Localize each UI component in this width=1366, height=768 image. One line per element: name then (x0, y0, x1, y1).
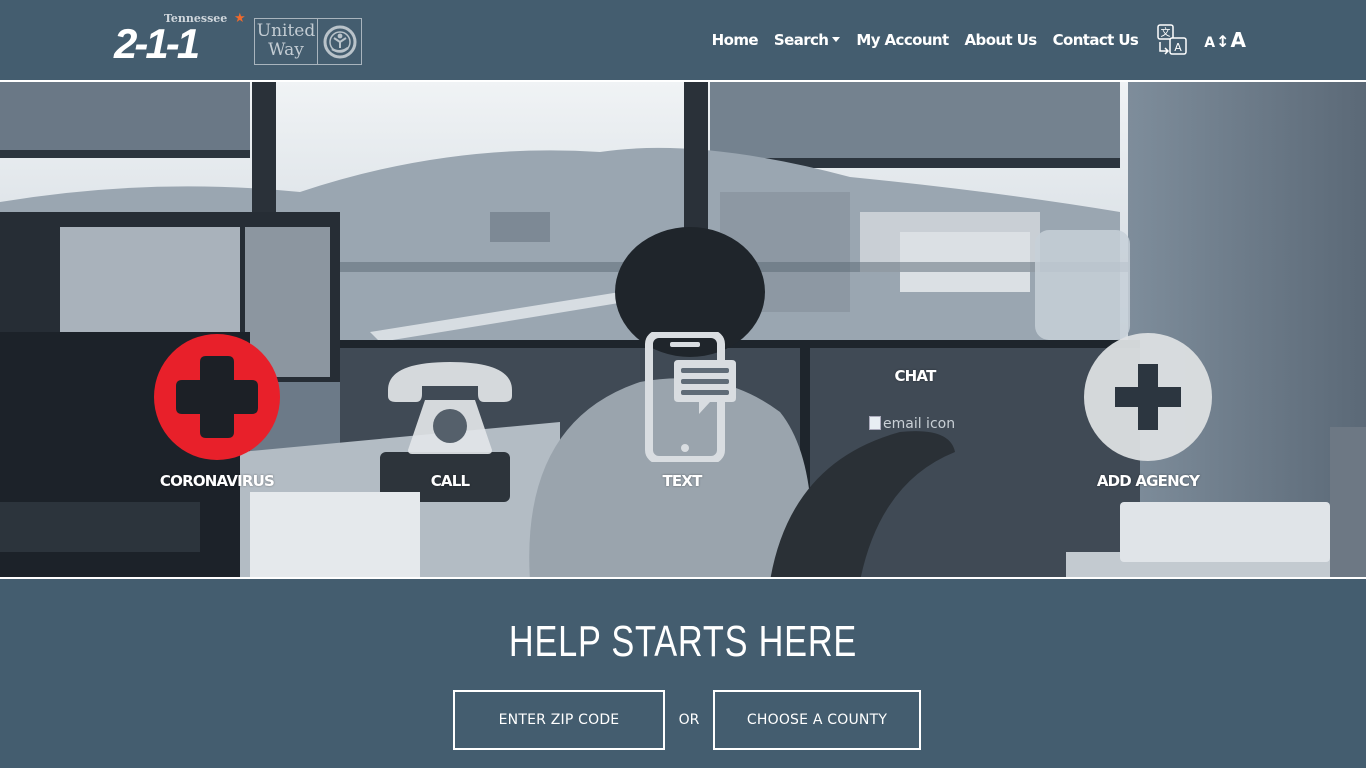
red-cross-icon (154, 334, 280, 460)
united-way-logo[interactable]: United Way (254, 18, 362, 65)
united-way-line2: Way (268, 40, 304, 60)
resize-arrow-icon: ↕ (1216, 31, 1230, 51)
call-label: CALL (430, 472, 470, 490)
nav-home[interactable]: Home (712, 31, 759, 49)
tn-211-logo[interactable]: Tennessee ★ 2-1-1 (112, 10, 252, 68)
hero-banner: CORONAVIRUS CALL TEXT CHAT email icon AD… (0, 80, 1366, 579)
main-nav: Home Search My Account About Us Contact … (712, 0, 1366, 79)
enter-zip-code-button[interactable]: ENTER ZIP CODE (453, 690, 665, 750)
email-icon-alt-text: email icon (883, 416, 956, 432)
united-way-text: United Way (255, 19, 318, 64)
search-section: HELP STARTS HERE ENTER ZIP CODE OR CHOOS… (0, 581, 1366, 768)
text-label: TEXT (662, 472, 702, 490)
telephone-icon (388, 362, 512, 454)
choose-county-button[interactable]: CHOOSE A COUNTY (713, 690, 921, 750)
coronavirus-label: CORONAVIRUS (159, 472, 275, 490)
office-photo-background (0, 82, 1366, 577)
plus-circle-icon (1084, 333, 1212, 461)
chat-action[interactable]: CHAT (860, 332, 970, 392)
text-action[interactable]: TEXT (620, 332, 744, 497)
broken-image-placeholder (869, 416, 881, 430)
translate-icon[interactable]: 文 A (1156, 23, 1188, 56)
svg-text:A: A (1175, 41, 1183, 54)
email-icon: email icon (869, 416, 955, 432)
or-separator: OR (678, 712, 700, 728)
star-icon: ★ (234, 10, 246, 25)
add-agency-action[interactable]: ADD AGENCY (1080, 332, 1216, 497)
mobile-message-icon (645, 332, 736, 462)
add-agency-label: ADD AGENCY (1096, 472, 1200, 490)
headline: HELP STARTS HERE (508, 617, 858, 666)
svg-text:文: 文 (1161, 26, 1171, 39)
call-action[interactable]: CALL (380, 332, 520, 497)
united-way-line1: United (256, 21, 316, 41)
text-size-big: A (1230, 27, 1246, 52)
text-size-toggle[interactable]: A ↕ A (1204, 28, 1246, 52)
site-header: Tennessee ★ 2-1-1 United Way Home Search… (0, 0, 1366, 79)
nav-about-us[interactable]: About Us (965, 31, 1038, 49)
nav-search-dropdown[interactable]: Search (773, 30, 841, 49)
logo-number: 2-1-1 (114, 20, 200, 67)
chat-label: CHAT (894, 367, 936, 385)
united-way-emblem-icon (318, 19, 361, 64)
nav-my-account[interactable]: My Account (856, 31, 949, 49)
nav-contact-us[interactable]: Contact Us (1053, 31, 1139, 49)
coronavirus-action[interactable]: CORONAVIRUS (150, 332, 284, 497)
caret-down-icon (832, 36, 841, 42)
search-options: ENTER ZIP CODE OR CHOOSE A COUNTY (453, 690, 921, 750)
nav-search-label: Search (773, 30, 829, 49)
text-size-small: A (1204, 34, 1216, 51)
